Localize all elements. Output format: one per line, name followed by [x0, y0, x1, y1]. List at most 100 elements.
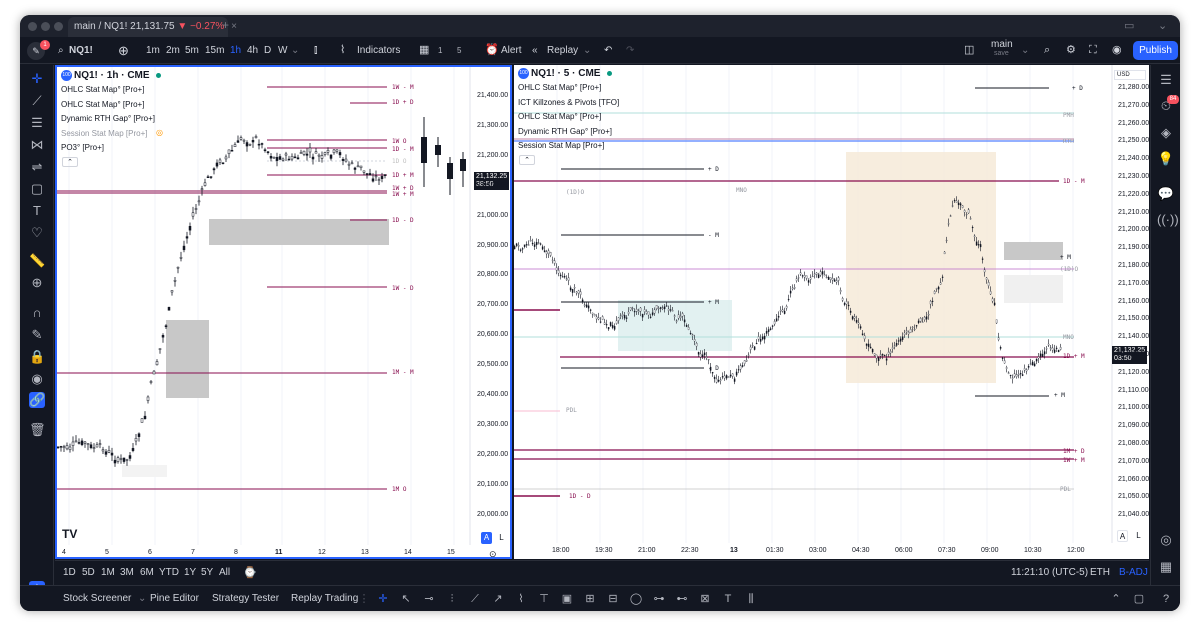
scale-log-button[interactable]: L	[496, 532, 507, 544]
new-tab-icon[interactable]: +	[222, 18, 229, 32]
drag-handle-icon[interactable]: ⋮	[357, 592, 371, 606]
screener-dropdown-icon[interactable]: ⌄	[138, 586, 146, 611]
indicator-badge-5[interactable]: 5	[457, 37, 461, 64]
left-indicator-4[interactable]: Session Stat Map [Pro+]	[61, 129, 148, 138]
timezone-settings-icon[interactable]: ⊙	[489, 549, 497, 557]
window-close-dot[interactable]	[28, 22, 37, 31]
layers-icon[interactable]: ◈	[1157, 124, 1175, 142]
eye-icon[interactable]: ◉	[29, 371, 45, 387]
interval-4h[interactable]: 4h	[247, 37, 258, 64]
indicators-icon[interactable]: ⌇	[340, 37, 345, 64]
interval-dropdown-icon[interactable]: ⌄	[291, 37, 299, 64]
window-zoom-dot[interactable]	[54, 22, 63, 31]
interval-1h[interactable]: 1h	[230, 37, 241, 64]
watchlist-icon[interactable]: ☰	[1157, 71, 1175, 89]
short-position-icon[interactable]: ⊷	[675, 592, 689, 606]
scale-log-button[interactable]: L	[1133, 530, 1144, 542]
text-anchor-icon[interactable]: ⊤	[537, 592, 551, 606]
window-menu-icon[interactable]: ⌄	[1158, 19, 1167, 32]
range-3m[interactable]: 3M	[120, 561, 134, 585]
compare-add-icon[interactable]: ⊕	[118, 37, 129, 64]
range-ytd[interactable]: YTD	[159, 561, 179, 585]
range-6m[interactable]: 6M	[140, 561, 154, 585]
ray-tool-icon[interactable]: ↗	[491, 592, 505, 606]
text-tool-icon[interactable]: T	[721, 592, 735, 606]
left-indicator-5[interactable]: PO3° [Pro+]	[61, 143, 104, 152]
tab-stock-screener[interactable]: Stock Screener	[63, 586, 131, 611]
scale-auto-button[interactable]: A	[1117, 530, 1128, 542]
prediction-icon[interactable]: ⇌	[29, 159, 45, 175]
interval-2m[interactable]: 2m	[166, 37, 180, 64]
calendar-icon[interactable]: ▦	[1157, 558, 1175, 576]
target-icon[interactable]: ◎	[1157, 531, 1175, 549]
range-5d[interactable]: 5D	[82, 561, 95, 585]
settings-gear-icon[interactable]: ⚙	[1066, 37, 1076, 64]
right-indicator-3[interactable]: OHLC Stat Map° [Pro+]	[518, 112, 601, 121]
maximize-panel-icon[interactable]: ▢	[1132, 592, 1146, 606]
indicator-badge-1[interactable]: 1	[438, 37, 442, 64]
trend-line-icon[interactable]: ⟋	[29, 93, 45, 109]
interval-d[interactable]: D	[264, 37, 271, 64]
redo-icon[interactable]: ↷	[626, 37, 634, 64]
screen-icon[interactable]: ▭	[1124, 19, 1134, 32]
collapse-legend-icon[interactable]: ⌃	[519, 155, 535, 165]
tab-strategy-tester[interactable]: Strategy Tester	[212, 586, 279, 611]
publish-button[interactable]: Publish	[1133, 41, 1178, 60]
tab-close-icon[interactable]: ×	[231, 21, 237, 32]
left-indicator-2[interactable]: OHLC Stat Map° [Pro+]	[61, 100, 144, 109]
trash-icon[interactable]: 🗑	[29, 422, 46, 438]
magnet-icon[interactable]: ∩	[29, 305, 45, 321]
clock-time[interactable]: 11:21:10 (UTC-5)	[1011, 561, 1088, 585]
right-chart-pane[interactable]: 100 NQ1! · 5 · CME OHLC Stat Map° [Pro+]…	[514, 65, 1149, 559]
left-indicator-1[interactable]: OHLC Stat Map° [Pro+]	[61, 85, 144, 94]
scale-auto-button[interactable]: A	[481, 532, 492, 544]
signal-icon[interactable]: ((·))	[1157, 211, 1179, 229]
replay-dropdown-icon[interactable]: ⌄	[583, 37, 591, 64]
replay-icon[interactable]: «	[532, 37, 538, 64]
vertical-line-icon[interactable]: ⫶	[445, 592, 459, 606]
left-chart-pane[interactable]: 100 NQ1! · 1h · CME OHLC Stat Map° [Pro+…	[55, 65, 512, 559]
tab-replay-trading[interactable]: Replay Trading	[291, 586, 358, 611]
range-5y[interactable]: 5Y	[201, 561, 213, 585]
tab-pine-editor[interactable]: Pine Editor	[150, 586, 199, 611]
session-toggle[interactable]: ETH	[1090, 561, 1110, 585]
alert-button[interactable]: Alert	[501, 37, 522, 64]
right-chart-canvas[interactable]	[514, 65, 1149, 559]
range-1d[interactable]: 1D	[63, 561, 76, 585]
right-indicator-2[interactable]: ICT Killzones & Pivots [TFO]	[518, 98, 619, 107]
horizontal-ray-icon[interactable]: ⊸	[422, 592, 436, 606]
ideas-bulb-icon[interactable]: 💡	[1157, 150, 1175, 168]
interval-w[interactable]: W	[278, 37, 287, 64]
layout-icon[interactable]: ◫	[964, 37, 974, 64]
currency-select[interactable]: USD	[1114, 70, 1146, 80]
fullscreen-icon[interactable]: ⛶	[1089, 37, 1097, 64]
interval-1m[interactable]: 1m	[146, 37, 160, 64]
layout-grid-icon[interactable]: ▦	[419, 37, 429, 64]
hidden-eye-icon[interactable]: ◎	[156, 128, 163, 137]
range-1m[interactable]: 1M	[101, 561, 115, 585]
left-chart-canvas[interactable]	[57, 67, 510, 557]
grid-tool-icon[interactable]: ⊟	[606, 592, 620, 606]
indicators-button[interactable]: Indicators	[357, 37, 400, 64]
window-minimize-dot[interactable]	[41, 22, 50, 31]
cursor-arrow-icon[interactable]: ↖	[399, 592, 413, 606]
chat-icon[interactable]: 💬	[1157, 185, 1175, 203]
right-indicator-1[interactable]: OHLC Stat Map° [Pro+]	[518, 83, 601, 92]
camera-icon[interactable]: ◉	[1112, 37, 1122, 64]
long-position-icon[interactable]: ⊶	[652, 592, 666, 606]
pencil-lock-icon[interactable]: ✎	[29, 327, 45, 343]
quick-search-icon[interactable]: ⌕	[1044, 37, 1050, 64]
circle-tool-icon[interactable]: ◯	[629, 592, 643, 606]
crosshair-tool-icon[interactable]: ✛	[376, 592, 390, 606]
chart-type-icon[interactable]: ⫾	[314, 37, 318, 64]
alert-icon[interactable]: ⏰	[485, 37, 499, 64]
collapse-panel-icon[interactable]: ⌃	[1109, 592, 1123, 606]
right-symbol-title[interactable]: NQ1! · 5 · CME	[531, 68, 600, 79]
symbol-search[interactable]: NQ1!	[69, 37, 93, 64]
search-icon[interactable]: ⌕	[58, 37, 64, 64]
ruler-icon[interactable]: 📏	[29, 253, 45, 269]
range-tool-icon[interactable]: ⊠	[698, 592, 712, 606]
layout-dropdown-icon[interactable]: ⌄	[1021, 37, 1029, 64]
right-indicator-5[interactable]: Session Stat Map [Pro+]	[518, 141, 605, 150]
undo-icon[interactable]: ↶	[604, 37, 612, 64]
